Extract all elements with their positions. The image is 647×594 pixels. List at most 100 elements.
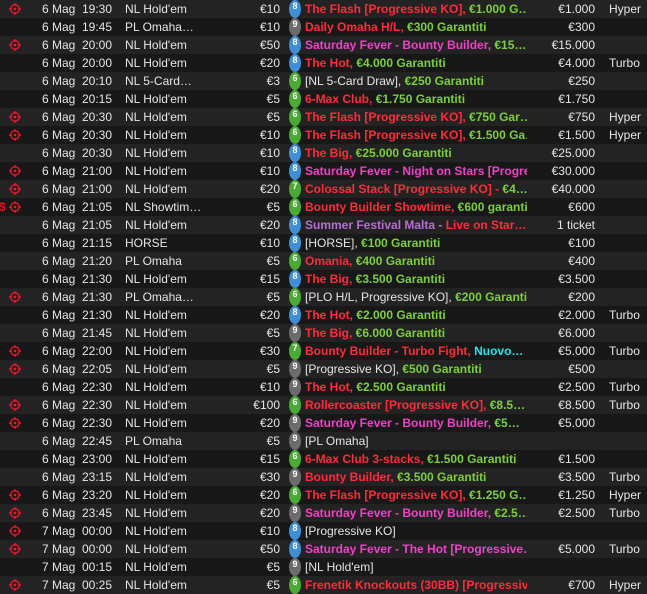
tournament-row[interactable]: 6 Mag 23:00 NL Hold'em €15 6 6-Max Club 3-sta… <box>0 450 647 468</box>
guaranteed-prize: €4.000 <box>558 56 595 70</box>
tournament-name: [HORSE], €100 Garantiti <box>305 234 527 252</box>
tournament-row[interactable]: 6 Mag 23:45 NL Hold'em €20 9 Saturday Fever -… <box>0 504 647 522</box>
tournament-name: The Flash [Progressive KO], €1.500 Ga… <box>305 126 527 144</box>
tournament-row[interactable]: 6 Mag 22:30 NL Hold'em €20 9 Saturday Fever -… <box>0 414 647 432</box>
tournament-row[interactable]: 7 Mag 00:00 NL Hold'em €10 8 [Progressive KO] <box>0 522 647 540</box>
tournament-row[interactable]: $6 Mag 21:05 NL Showtim… €5 6 Bounty Builder … <box>0 198 647 216</box>
start-date: 7 Mag <box>42 542 76 556</box>
speed-type <box>609 270 647 288</box>
tournament-name-segment: Omania, <box>305 254 356 268</box>
seats-badge: 8 <box>289 234 301 252</box>
game-type: NL Hold'em <box>125 182 187 196</box>
buy-in: €20 <box>259 182 280 196</box>
speed-type: Turbo <box>609 470 640 484</box>
tournament-row[interactable]: 6 Mag 21:00 NL Hold'em €20 7 Colossal Stack [… <box>0 180 647 198</box>
seats-badge: 8 <box>289 540 301 558</box>
tournament-name-segment: Bounty Builder Showtime, <box>305 200 458 214</box>
tournament-row[interactable]: 6 Mag 20:10 NL 5-Card… €3 6 [NL 5-Card Draw],… <box>0 72 647 90</box>
tournament-row[interactable]: 6 Mag 22:30 NL Hold'em €100 6 Rollercoaster [… <box>0 396 647 414</box>
start-date: 6 Mag <box>42 2 76 16</box>
tournament-row[interactable]: 6 Mag 19:30 NL Hold'em €10 8 The Flash [Progr… <box>0 0 647 18</box>
seats-badge: 6 <box>289 486 301 504</box>
tournament-name-segment: €2.000 Garantiti <box>356 308 446 322</box>
tournament-row[interactable]: 6 Mag 21:20 PL Omaha €5 6 Omania, €400 Garant… <box>0 252 647 270</box>
tournament-row[interactable]: 6 Mag 21:30 NL Hold'em €20 8 The Hot, €2.000 … <box>0 306 647 324</box>
guaranteed-prize <box>530 522 595 540</box>
tournament-row[interactable]: 6 Mag 20:30 NL Hold'em €5 6 The Flash [Progre… <box>0 108 647 126</box>
start-date: 6 Mag <box>42 38 76 52</box>
tournament-row[interactable]: 7 Mag 00:25 NL Hold'em €5 6 Frenetik Knockout… <box>0 576 647 594</box>
tournament-row[interactable]: 7 Mag 00:15 NL Hold'em €5 9 [NL Hold'em] <box>0 558 647 576</box>
game-type: NL Showtim… <box>125 200 202 214</box>
guaranteed-prize: €5.000 <box>558 416 595 430</box>
row-icons <box>0 486 40 504</box>
game-type: NL Hold'em <box>125 470 187 484</box>
start-date: 6 Mag <box>42 74 76 88</box>
tournament-row[interactable]: 6 Mag 22:30 NL Hold'em €10 9 The Hot, €2.500 … <box>0 378 647 396</box>
start-time: 21:20 <box>82 254 113 268</box>
tournament-row[interactable]: 6 Mag 20:30 NL Hold'em €10 8 The Big, €25.000… <box>0 144 647 162</box>
tournament-row[interactable]: 6 Mag 21:00 NL Hold'em €10 8 Saturday Fever -… <box>0 162 647 180</box>
speed-type <box>609 450 647 468</box>
speed-type: Hyper <box>609 578 642 592</box>
tournament-row[interactable]: 6 Mag 21:45 NL Hold'em €5 9 The Big, €6.000 G… <box>0 324 647 342</box>
tournament-row[interactable]: 6 Mag 21:30 NL Hold'em €15 8 The Big, €3.500 … <box>0 270 647 288</box>
tournament-row[interactable]: 6 Mag 20:30 NL Hold'em €10 6 The Flash [Progr… <box>0 126 647 144</box>
game-type: NL Hold'em <box>125 272 187 286</box>
tournament-name: The Big, €6.000 Garantiti <box>305 324 527 342</box>
buy-in: €5 <box>266 326 280 340</box>
speed-type <box>609 558 647 576</box>
row-icons <box>0 378 40 396</box>
tournament-row[interactable]: 6 Mag 22:05 NL Hold'em €5 9 [Progressive KO],… <box>0 360 647 378</box>
seats-badge: 7 <box>289 180 301 198</box>
start-time: 20:30 <box>82 146 113 160</box>
tournament-row[interactable]: 6 Mag 22:00 NL Hold'em €30 7 Bounty Builder -… <box>0 342 647 360</box>
seats-badge: 9 <box>289 432 301 450</box>
start-time: 19:45 <box>82 20 113 34</box>
seats-badge: 6 <box>289 396 301 414</box>
tournament-row[interactable]: 6 Mag 21:05 NL Hold'em €20 8 Summer Festival … <box>0 216 647 234</box>
buy-in: €3 <box>266 74 280 88</box>
guaranteed-prize: €750 <box>568 110 595 124</box>
tournament-name: [PLO H/L, Progressive KO], €200 Garantit… <box>305 288 527 306</box>
buy-in: €5 <box>266 254 280 268</box>
tournament-row[interactable]: 6 Mag 23:20 NL Hold'em €20 6 The Flash [Progr… <box>0 486 647 504</box>
start-time: 22:45 <box>82 434 113 448</box>
tournament-name-segment: €1.250 G… <box>469 488 527 502</box>
seats-badge: 9 <box>289 18 301 36</box>
tournament-row[interactable]: 6 Mag 21:15 HORSE €10 8 [HORSE], €100 Garanti… <box>0 234 647 252</box>
tournament-name-segment: The Flash [Progressive KO], <box>305 128 470 142</box>
start-time: 23:45 <box>82 506 113 520</box>
tournament-row[interactable]: 6 Mag 23:15 NL Hold'em €30 9 Bounty Builder, … <box>0 468 647 486</box>
tournament-name-segment: 6-Max Club 3-stacks, <box>305 452 428 466</box>
tournament-row[interactable]: 7 Mag 00:00 NL Hold'em €50 8 Saturday Fever -… <box>0 540 647 558</box>
speed-type: Turbo <box>609 380 640 394</box>
tournament-row[interactable]: 6 Mag 19:45 PL Omaha… €10 9 Daily Omaha H/L, … <box>0 18 647 36</box>
tournament-row[interactable]: 6 Mag 20:00 NL Hold'em €50 8 Saturday Fever -… <box>0 36 647 54</box>
guaranteed-prize: €1.500 <box>558 452 595 466</box>
game-type: PL Omaha… <box>125 20 194 34</box>
guaranteed-prize <box>530 432 595 450</box>
game-type: NL Hold'em <box>125 362 187 376</box>
target-icon <box>9 165 21 177</box>
buy-in: €5 <box>266 290 280 304</box>
tournament-row[interactable]: 6 Mag 21:30 PL Omaha… €5 6 [PLO H/L, Progress… <box>0 288 647 306</box>
start-time: 21:30 <box>82 290 113 304</box>
target-icon <box>9 525 21 537</box>
start-date: 7 Mag <box>42 578 76 592</box>
tournament-name-segment: €1.500 Ga… <box>469 128 527 142</box>
start-time: 22:30 <box>82 380 113 394</box>
seats-badge: 9 <box>289 414 301 432</box>
speed-type: Hyper <box>609 2 642 16</box>
target-icon <box>9 579 21 591</box>
row-icons <box>0 234 40 252</box>
seats-badge: 8 <box>289 162 301 180</box>
row-icons <box>0 270 40 288</box>
speed-type <box>609 216 647 234</box>
seats-badge: 6 <box>289 198 301 216</box>
tournament-row[interactable]: 6 Mag 22:45 PL Omaha €5 9 [PL Omaha] <box>0 432 647 450</box>
tournament-name: 6-Max Club, €1.750 Garantiti <box>305 90 527 108</box>
guaranteed-prize: €5.000 <box>558 542 595 556</box>
tournament-row[interactable]: 6 Mag 20:15 NL Hold'em €5 6 6-Max Club, €1.75… <box>0 90 647 108</box>
tournament-row[interactable]: 6 Mag 20:00 NL Hold'em €20 8 The Hot, €4.000 … <box>0 54 647 72</box>
